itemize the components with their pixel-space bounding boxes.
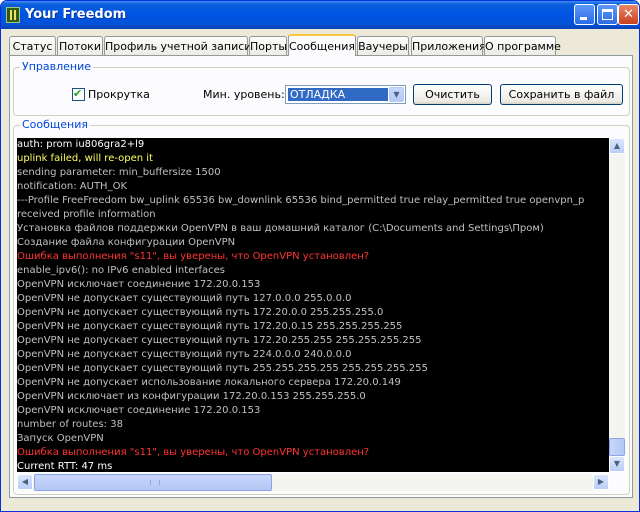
log-line: ---Profile FreeFreedom bw_uplink 65536 b… (17, 195, 585, 206)
log-line: Установка файлов поддержки OpenVPN в ваш… (17, 223, 544, 234)
tab-account-profile[interactable]: Профиль учетной записи (104, 36, 251, 55)
log-line: OpenVPN не допускает существующий путь 1… (17, 335, 422, 346)
scroll-left-icon[interactable]: ◀ (17, 474, 33, 490)
scroll-right-icon[interactable]: ▶ (593, 474, 609, 490)
minimize-button[interactable] (574, 4, 595, 25)
level-select-value: ОТЛАДКА (288, 88, 388, 101)
horizontal-scroll-thumb[interactable] (34, 474, 272, 491)
tab-streams[interactable]: Потоки (57, 36, 103, 55)
tab-status[interactable]: Статус (9, 36, 56, 55)
level-select[interactable]: ОТЛАДКА ▼ (285, 85, 406, 104)
tab-messages[interactable]: Сообщения (288, 34, 356, 56)
log-line: Создание файла конфигурации OpenVPN (17, 237, 236, 248)
scroll-checkbox[interactable] (72, 87, 85, 101)
app-window: Your Freedom ✕ Статус Потоки Профиль уче… (0, 0, 640, 512)
scroll-down-icon[interactable]: ▼ (609, 456, 625, 472)
app-icon[interactable] (6, 7, 20, 23)
log-line: OpenVPN не допускает использование локал… (17, 377, 401, 388)
tab-ports[interactable]: Порты (249, 36, 287, 55)
log-line: OpenVPN исключает соединение 172.20.0.15… (17, 405, 261, 416)
tab-applications[interactable]: Приложения (411, 36, 486, 55)
title-bar[interactable]: Your Freedom ✕ (1, 1, 639, 29)
close-button[interactable]: ✕ (618, 4, 639, 25)
log-line: OpenVPN исключает соединение 172.20.0.15… (17, 279, 261, 290)
log-line: notification: AUTH_OK (17, 181, 127, 192)
scroll-up-icon[interactable]: ▲ (609, 138, 625, 154)
log-line: Ошибка выполнения "s11", вы уверены, что… (17, 251, 370, 262)
scroll-checkbox-label: Прокрутка (88, 88, 150, 101)
messages-group-title: Сообщения (20, 118, 91, 131)
maximize-button[interactable] (597, 4, 618, 25)
save-to-file-button[interactable]: Сохранить в файл (500, 84, 623, 105)
log-line: OpenVPN не допускает существующий путь 1… (17, 293, 352, 304)
log-line: OpenVPN не допускает существующий путь 2… (17, 363, 428, 374)
log-line: Запуск OpenVPN (17, 433, 104, 444)
horizontal-scrollbar[interactable]: ◀ ▶ (17, 474, 609, 491)
log-line: auth: prom iu806gra2+l9 (17, 139, 145, 150)
vertical-scroll-thumb[interactable] (609, 438, 625, 456)
control-group: Управление Прокрутка Мин. уровень: ОТЛАД… (13, 60, 630, 116)
log-line: uplink failed, will re-open it (17, 153, 153, 164)
log-line: OpenVPN не допускает существующий путь 1… (17, 307, 384, 318)
messages-panel: Управление Прокрутка Мин. уровень: ОТЛАД… (9, 55, 633, 498)
log-line: received profile information (17, 209, 156, 220)
clear-button[interactable]: Очистить (413, 84, 492, 105)
log-line: OpenVPN исключает из конфигурации 172.20… (17, 391, 366, 402)
chevron-down-icon[interactable]: ▼ (389, 87, 404, 102)
control-group-title: Управление (20, 60, 94, 73)
log-line: sending parameter: min_buffersize 1500 (17, 167, 221, 178)
log-line: OpenVPN не допускает существующий путь 1… (17, 321, 403, 332)
vertical-scrollbar[interactable]: ▲ ▼ (609, 138, 625, 472)
minimize-icon (580, 17, 587, 20)
window-title: Your Freedom (25, 7, 127, 22)
tab-vouchers[interactable]: Ваучеры (357, 36, 409, 55)
maximize-icon (602, 9, 613, 20)
log-line: Current RTT: 47 ms (17, 461, 113, 472)
close-icon: ✕ (623, 7, 634, 22)
log-line: Ошибка выполнения "s11", вы уверены, что… (17, 447, 370, 458)
log-line: OpenVPN не допускает существующий путь 2… (17, 349, 352, 360)
log-line: enable_ipv6(): no IPv6 enabled interface… (17, 265, 225, 276)
message-log[interactable]: auth: prom iu806gra2+l9 uplink failed, wi… (17, 138, 609, 472)
grip-icon (150, 480, 160, 485)
log-line: number of routes: 38 (17, 419, 123, 430)
level-label: Мин. уровень: (203, 88, 285, 101)
tab-about[interactable]: О программе (484, 36, 561, 55)
